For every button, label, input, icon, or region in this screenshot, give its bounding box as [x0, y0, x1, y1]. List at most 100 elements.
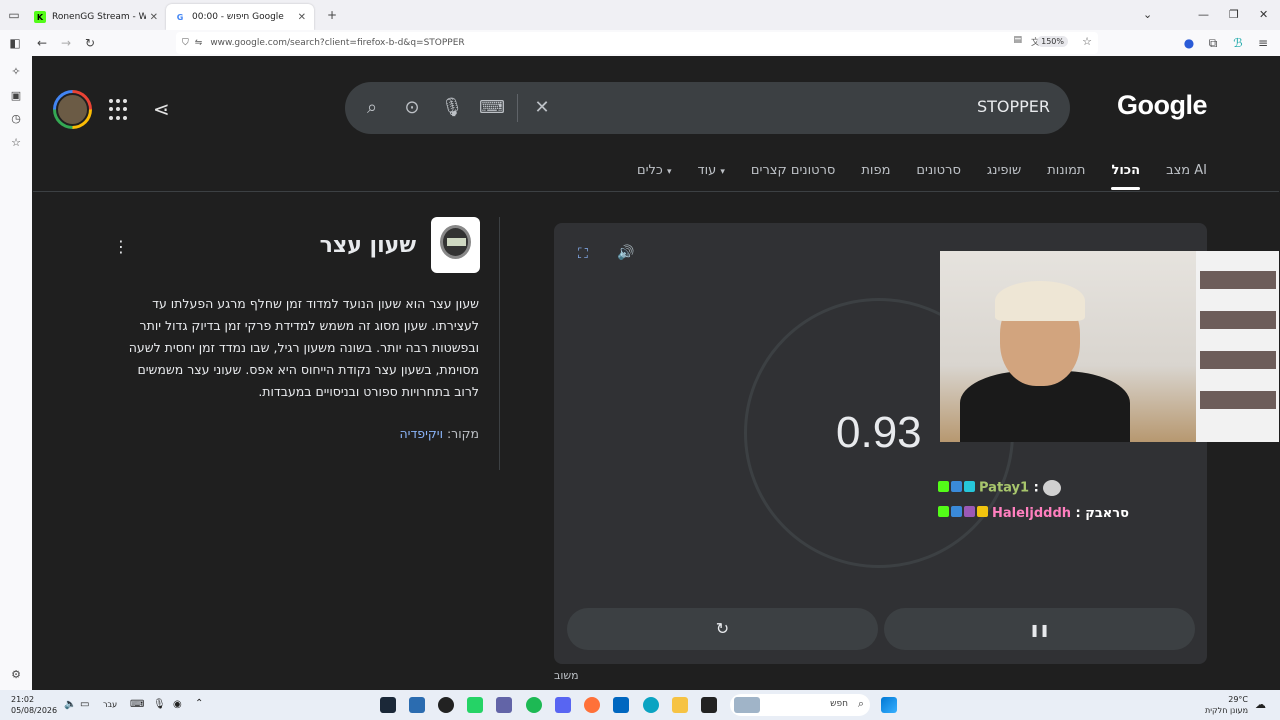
source-link[interactable]: ויקיפדיה: [400, 426, 443, 441]
reset-button[interactable]: ↻: [567, 608, 878, 650]
fullscreen-icon[interactable]: ⛶: [578, 246, 588, 262]
close-window-icon[interactable]: ✕: [1259, 8, 1268, 21]
tab-maps[interactable]: מפות: [861, 163, 890, 178]
account-icon[interactable]: ●: [1177, 31, 1201, 55]
tab-title: 00:00 - חיפוש Google: [192, 12, 284, 22]
share-icon[interactable]: ⋖: [153, 97, 170, 121]
volume-icon[interactable]: 🔈: [64, 699, 76, 710]
url-bar[interactable]: ⛉ ⇋ www.google.com/search?client=firefox…: [176, 32, 1098, 54]
chat-text: :: [1033, 480, 1039, 496]
url-text[interactable]: www.google.com/search?client=firefox-b-d…: [210, 38, 464, 48]
bookmark-star-icon[interactable]: ☆: [1082, 35, 1092, 48]
google-logo[interactable]: Google: [1117, 90, 1208, 121]
new-tab-icon[interactable]: +: [320, 3, 344, 27]
extension-icon[interactable]: ℬ: [1226, 31, 1250, 55]
forward-icon[interactable]: →: [54, 31, 78, 55]
tab-ai-mode[interactable]: מצב AI: [1166, 163, 1207, 178]
start-icon[interactable]: [881, 697, 897, 713]
tab-ronengg[interactable]: K RonenGG Stream - Watch L ✕: [26, 4, 166, 30]
clock-date: 05/08/2026: [11, 706, 58, 715]
reload-icon[interactable]: ↻: [78, 31, 102, 55]
apps-grid-icon[interactable]: [109, 99, 131, 121]
google-favicon-icon: G: [176, 12, 184, 22]
firefox-icon[interactable]: [584, 697, 600, 713]
menu-icon[interactable]: ≡: [1251, 31, 1275, 55]
clock-time: 21:02: [11, 695, 35, 704]
tab-google[interactable]: G 00:00 - חיפוש Google ✕: [166, 4, 314, 30]
volume-icon[interactable]: 🔊: [617, 245, 634, 261]
page-info-icon[interactable]: ⇋: [195, 38, 203, 48]
maximize-icon[interactable]: ❐: [1229, 8, 1239, 21]
search-icon[interactable]: ⌕: [359, 95, 385, 121]
more-options-icon[interactable]: ⋮: [113, 237, 129, 256]
steam-icon[interactable]: [380, 697, 396, 713]
show-hidden-icons-icon[interactable]: ⌃: [195, 698, 203, 709]
search-results-page: ⋖ ⌕ ⊙ 🎙 ⌨ ✕ STOPPER Google מצב AI הכול ת…: [33, 57, 1279, 690]
chat-username: Haleljdddh: [992, 506, 1072, 521]
history-icon[interactable]: ◷: [4, 106, 28, 130]
lens-icon[interactable]: ⊙: [399, 95, 425, 121]
search-input[interactable]: STOPPER: [977, 97, 1050, 116]
tab-short-videos[interactable]: סרטונים קצרים: [751, 163, 835, 178]
edge-icon[interactable]: [643, 697, 659, 713]
synced-tabs-icon[interactable]: ▣: [4, 83, 28, 107]
feedback-link[interactable]: משוב: [554, 669, 579, 682]
tab-overflow-icon[interactable]: ⌄: [1143, 8, 1152, 21]
search-box[interactable]: ⌕ ⊙ 🎙 ⌨ ✕ STOPPER: [345, 82, 1070, 134]
spotify-icon[interactable]: [526, 697, 542, 713]
weather-temp: 29°C: [1228, 695, 1248, 704]
tab-images[interactable]: תמונות: [1047, 163, 1085, 178]
knowledge-panel-source: מקור: ויקיפדיה: [400, 426, 479, 441]
stopwatch-image[interactable]: [431, 217, 480, 273]
chat-badges-icon: [936, 480, 975, 496]
chat-message: Patay1 :: [932, 480, 1062, 496]
streamer-cap: [995, 281, 1085, 321]
keyboard-icon[interactable]: ⌨: [130, 699, 144, 710]
weather-widget[interactable]: 29°C מעונן חלקית: [1205, 694, 1248, 716]
taskbar-search[interactable]: חפש ⌕: [730, 694, 870, 716]
avatar-photo: [56, 93, 89, 126]
minimize-icon[interactable]: —: [1198, 8, 1209, 21]
discord-icon[interactable]: [555, 697, 571, 713]
teams-icon[interactable]: [496, 697, 512, 713]
tab-videos[interactable]: סרטונים: [916, 163, 960, 178]
extensions-icon[interactable]: ⧉: [1201, 31, 1225, 55]
tab-shopping[interactable]: שופינג: [987, 163, 1021, 178]
tab-list-icon[interactable]: ▭: [2, 3, 26, 27]
calculator-icon[interactable]: [409, 697, 425, 713]
network-icon[interactable]: ▭: [80, 699, 89, 710]
whatsapp-icon[interactable]: [467, 697, 483, 713]
search-widget-icon: [734, 697, 760, 713]
clock[interactable]: 21:02 05/08/2026: [11, 694, 57, 716]
keyboard-icon[interactable]: ⌨: [479, 95, 505, 121]
file-explorer-icon[interactable]: [672, 697, 688, 713]
tab-all[interactable]: הכול: [1111, 163, 1140, 190]
clear-search-icon[interactable]: ✕: [529, 95, 555, 121]
ai-chat-icon[interactable]: ✧: [4, 59, 28, 83]
terminal-icon[interactable]: [701, 697, 717, 713]
settings-icon[interactable]: ⚙: [4, 662, 28, 686]
microphone-icon[interactable]: 🎙: [439, 95, 465, 121]
avatar[interactable]: [53, 90, 92, 129]
search-divider: [517, 94, 518, 122]
reader-view-icon[interactable]: ▤: [1013, 35, 1022, 45]
taskbar-search-placeholder: חפש: [830, 699, 848, 709]
chat-username: Patay1: [979, 480, 1030, 496]
tray-icon[interactable]: ◉: [173, 699, 182, 710]
shield-icon[interactable]: ⛉: [182, 38, 189, 48]
close-tab-icon[interactable]: ✕: [298, 12, 306, 23]
app-icon[interactable]: [438, 697, 454, 713]
tab-more[interactable]: עוד ▾: [697, 163, 724, 178]
store-icon[interactable]: [613, 697, 629, 713]
dropdown-icon: ▾: [666, 167, 672, 177]
back-icon[interactable]: ←: [30, 31, 54, 55]
zoom-level[interactable]: 150%: [1037, 36, 1068, 47]
language-indicator[interactable]: עבר: [103, 700, 117, 709]
close-tab-icon[interactable]: ✕: [150, 12, 158, 23]
mic-icon[interactable]: 🎙: [153, 699, 166, 710]
pause-button[interactable]: ❚❚: [884, 608, 1195, 650]
sidebar-toggle-icon[interactable]: ◧: [3, 31, 27, 55]
bookmarks-icon[interactable]: ☆: [4, 130, 28, 154]
browser-nav-bar: ◧ ← → ↻ ⛉ ⇋ www.google.com/search?client…: [0, 30, 1280, 56]
tab-tools[interactable]: כלים ▾: [637, 163, 671, 178]
